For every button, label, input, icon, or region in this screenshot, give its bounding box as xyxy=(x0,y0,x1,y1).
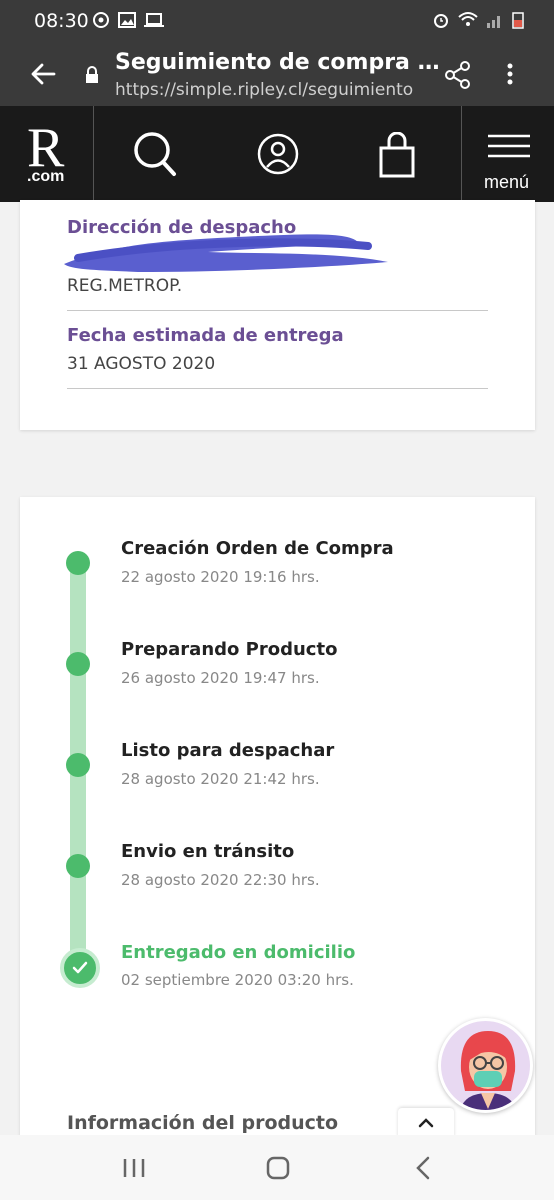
site-header: R .com menú xyxy=(0,106,554,202)
cart-bag-icon[interactable] xyxy=(378,132,416,178)
system-nav-bar xyxy=(0,1135,554,1200)
timeline-dot xyxy=(66,652,90,676)
menu-button[interactable]: menú xyxy=(461,106,554,202)
browser-toolbar: Seguimiento de compra para o... https://… xyxy=(0,42,554,106)
step-title: Preparando Producto xyxy=(121,639,338,660)
alarm-icon xyxy=(434,14,448,28)
address-redaction xyxy=(64,234,388,272)
laptop-icon xyxy=(144,13,164,27)
timeline-dot-completed xyxy=(60,948,100,988)
delivery-date-label: Fecha estimada de entrega xyxy=(67,325,344,346)
scroll-top-button[interactable] xyxy=(398,1108,454,1138)
address-region: REG.METROP. xyxy=(67,276,183,296)
divider xyxy=(67,310,488,311)
step-title: Creación Orden de Compra xyxy=(121,538,394,559)
status-left-icons xyxy=(92,11,164,29)
timeline-dot xyxy=(66,854,90,878)
url-bar[interactable]: https://simple.ripley.cl/seguimiento xyxy=(115,80,413,100)
delivery-date-value: 31 AGOSTO 2020 xyxy=(67,354,216,374)
step-date: 28 agosto 2020 22:30 hrs. xyxy=(121,871,320,889)
page-title[interactable]: Seguimiento de compra para o... xyxy=(115,50,445,75)
search-icon[interactable] xyxy=(132,130,178,178)
image-icon xyxy=(118,12,136,28)
user-icon[interactable] xyxy=(256,130,300,178)
step-title: Envio en tránsito xyxy=(121,841,295,862)
status-right-icons xyxy=(432,11,524,29)
timeline-dot xyxy=(66,753,90,777)
battery-icon xyxy=(512,12,524,29)
ripley-logo[interactable]: R .com xyxy=(0,106,94,202)
chevron-up-icon xyxy=(418,1118,434,1128)
home-icon[interactable] xyxy=(266,1156,290,1180)
product-info-heading: Información del producto xyxy=(67,1112,339,1134)
chat-assistant-avatar[interactable] xyxy=(438,1018,533,1113)
wifi-icon xyxy=(458,12,478,26)
step-date: 02 septiembre 2020 03:20 hrs. xyxy=(121,971,354,989)
back-icon[interactable] xyxy=(414,1156,432,1180)
hamburger-icon xyxy=(488,134,530,158)
logo-suffix: .com xyxy=(27,168,65,185)
lock-icon xyxy=(86,66,98,83)
step-title-current: Entregado en domicilio xyxy=(121,942,356,963)
back-arrow-icon[interactable] xyxy=(30,62,56,86)
step-date: 26 agosto 2020 19:47 hrs. xyxy=(121,669,320,687)
menu-label: menú xyxy=(484,172,530,192)
divider xyxy=(67,388,488,389)
signal-icon xyxy=(487,16,500,28)
status-bar: 08:30 xyxy=(0,0,554,42)
step-date: 28 agosto 2020 21:42 hrs. xyxy=(121,770,320,788)
step-date: 22 agosto 2020 19:16 hrs. xyxy=(121,568,320,586)
status-time: 08:30 xyxy=(34,10,89,32)
recent-apps-icon[interactable] xyxy=(122,1157,146,1179)
share-icon[interactable] xyxy=(444,60,472,90)
checkmark-icon xyxy=(72,961,88,974)
sync-icon xyxy=(93,12,109,28)
timeline-dot xyxy=(66,551,90,575)
step-title: Listo para despachar xyxy=(121,740,335,761)
more-vert-icon[interactable] xyxy=(502,62,518,86)
